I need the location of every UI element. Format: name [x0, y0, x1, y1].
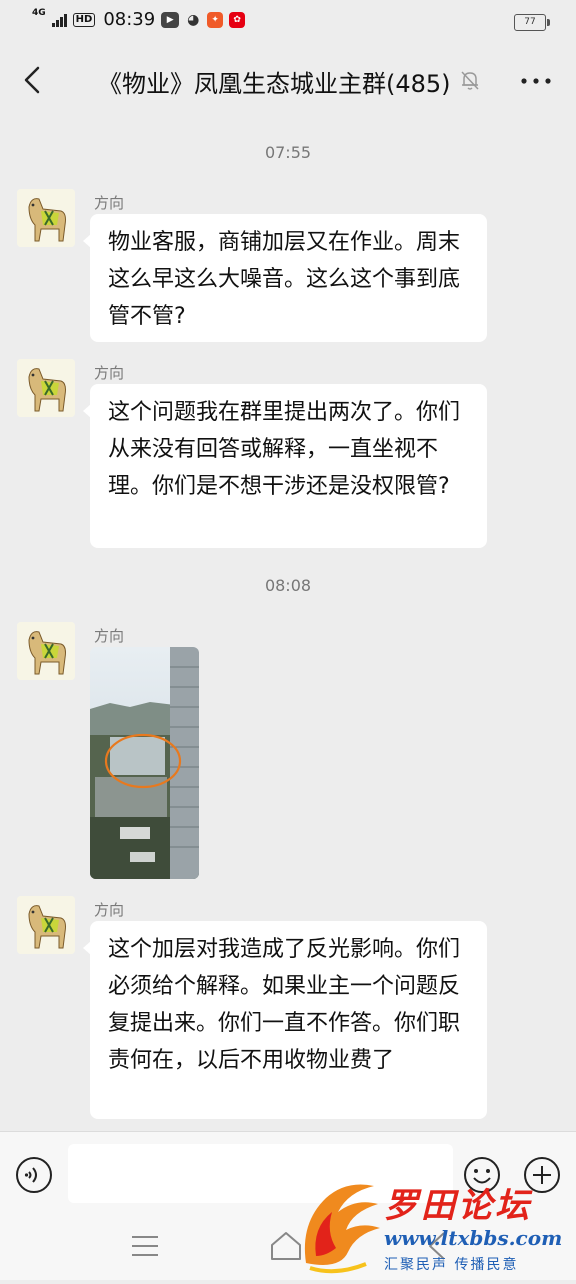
status-time: 08:39: [103, 9, 156, 30]
watermark-url: www.ltxbbs.com: [384, 1226, 563, 1250]
status-bar: 4G HD 08:39 ▶ ◕ ✦ ✿ 77: [0, 0, 576, 44]
mute-bell-icon: [461, 71, 479, 90]
more-icon[interactable]: [516, 66, 556, 96]
horse-avatar-icon: [17, 189, 75, 247]
signal-icon: [51, 13, 67, 27]
watermark-title: 罗田论坛: [384, 1186, 532, 1226]
red-app-icon: ✦: [207, 11, 224, 28]
voice-icon[interactable]: [15, 1156, 53, 1194]
battery-indicator: 77: [514, 14, 550, 31]
sender-name: 方向: [94, 364, 125, 382]
app-icon: ✿: [229, 11, 246, 28]
back-icon[interactable]: [16, 60, 56, 100]
video-app-icon: ▶: [161, 11, 180, 28]
sender-name: 方向: [94, 194, 125, 212]
message-bubble[interactable]: 这个加层对我造成了反光影响。你们必须给个解释。如果业主一个问题反复提出来。你们一…: [83, 921, 487, 1119]
building-photo: [90, 647, 199, 879]
phoenix-logo-icon: [304, 1184, 380, 1274]
chat-header: 《物业》凤凰生态城业主群(485): [0, 44, 576, 116]
forum-watermark: 罗田论坛 www.ltxbbs.com 汇聚民声 传播民意: [296, 1168, 566, 1280]
avatar[interactable]: [17, 189, 75, 247]
avatar[interactable]: [17, 622, 75, 680]
avatar[interactable]: [17, 896, 75, 954]
chat-title: 《物业》凤凰生态城业主群(485): [98, 70, 451, 98]
message-timestamp: 07:55: [264, 143, 312, 162]
message-bubble[interactable]: 物业客服，商铺加层又在作业。周末这么早这么大噪音。这么这个事到底管不管?: [83, 214, 487, 342]
sender-name: 方向: [94, 627, 125, 645]
avatar[interactable]: [17, 359, 75, 417]
horse-avatar-icon: [17, 896, 75, 954]
qq-icon: ◕: [187, 11, 200, 28]
network-type: 4G: [32, 8, 46, 18]
menu-icon[interactable]: [130, 1233, 160, 1259]
message-timestamp: 08:08: [264, 576, 312, 595]
hd-icon: HD: [72, 12, 96, 27]
sender-name: 方向: [94, 901, 125, 919]
message-bubble[interactable]: 这个问题我在群里提出两次了。你们从来没有回答或解释，一直坐视不理。你们是不想干涉…: [83, 384, 487, 548]
watermark-slogan: 汇聚民声 传播民意: [384, 1257, 519, 1273]
image-message[interactable]: [90, 647, 199, 879]
horse-avatar-icon: [17, 359, 75, 417]
horse-avatar-icon: [17, 622, 75, 680]
